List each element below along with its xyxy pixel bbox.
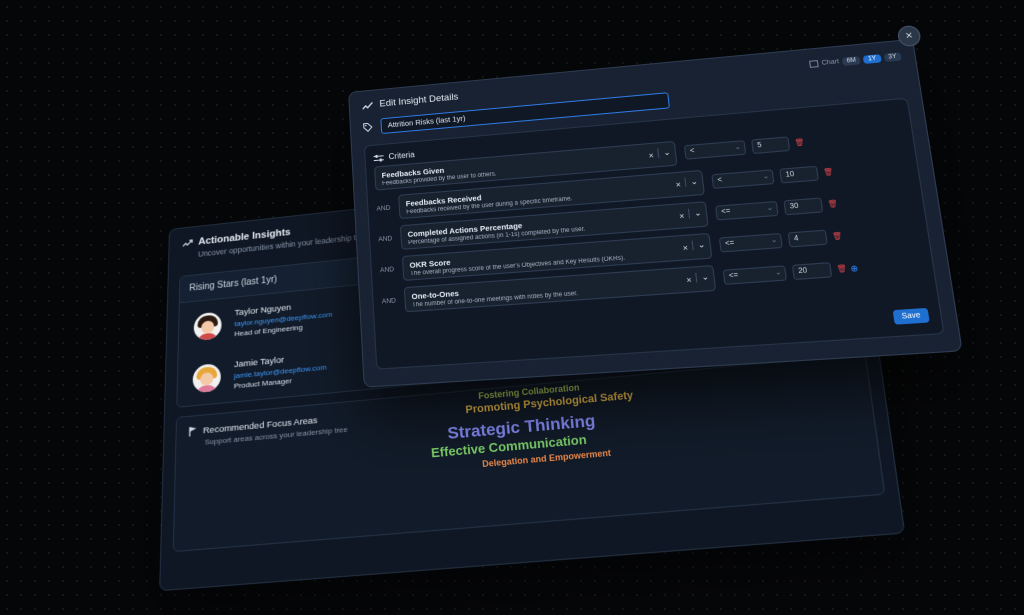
chevron-down-icon: ⌄ — [734, 142, 742, 155]
person-info: Taylor Nguyen taylor.nguyen@deepflow.com… — [234, 298, 332, 338]
save-button[interactable]: Save — [893, 308, 930, 325]
trend-icon — [182, 238, 193, 248]
chart-toggle-label[interactable]: Chart — [821, 58, 839, 67]
avatar-face — [200, 372, 213, 386]
chevron-down-icon[interactable]: ⌄ — [688, 208, 702, 218]
chevron-down-icon: ⌄ — [770, 234, 778, 247]
clear-icon[interactable]: × — [682, 243, 688, 253]
operator-value: <= — [721, 208, 731, 216]
range-3y[interactable]: 3Y — [883, 52, 901, 62]
and-label: AND — [380, 265, 403, 274]
chevron-down-icon[interactable]: ⌄ — [692, 240, 706, 251]
chevron-down-icon[interactable]: ⌄ — [658, 147, 672, 157]
clear-icon[interactable]: × — [686, 275, 692, 285]
operator-select[interactable]: <= ⌄ — [715, 201, 779, 221]
trash-icon[interactable]: 🗑 — [823, 168, 834, 177]
operator-value: < — [690, 148, 695, 156]
clear-icon[interactable]: × — [679, 211, 685, 221]
operator-value: <= — [725, 240, 735, 248]
and-label: AND — [378, 234, 401, 243]
trend-icon — [361, 100, 373, 111]
operator-select[interactable]: <= ⌄ — [719, 233, 783, 253]
tag-icon — [363, 122, 373, 133]
operator-value: < — [717, 177, 722, 185]
range-1y[interactable]: 1Y — [863, 54, 881, 64]
focus-word-cloud: Fostering Collaboration Promoting Psycho… — [426, 375, 674, 496]
criteria-label: Criteria — [388, 150, 415, 161]
trash-icon[interactable]: 🗑 — [836, 264, 847, 273]
edit-insight-modal: × Edit Insight Details Chart 6M 1Y 3Y At… — [348, 39, 963, 388]
avatar — [194, 311, 222, 341]
operator-select[interactable]: < ⌄ — [684, 140, 746, 160]
and-label: AND — [376, 203, 399, 212]
person-info: Jamie Taylor jamie.taylor@deepflow.com P… — [234, 351, 327, 390]
avatar-shirt — [198, 332, 217, 341]
avatar — [192, 363, 221, 393]
range-toolbar: Chart 6M 1Y 3Y — [809, 52, 902, 69]
chevron-down-icon: ⌄ — [766, 202, 774, 215]
trash-icon[interactable]: 🗑 — [827, 199, 838, 208]
operator-select[interactable]: < ⌄ — [711, 169, 774, 189]
operator-value: <= — [729, 272, 739, 280]
chevron-down-icon[interactable]: ⌄ — [685, 177, 699, 187]
avatar-face — [201, 320, 214, 334]
value-input[interactable]: 10 — [779, 166, 819, 184]
add-criterion-icon[interactable]: ⊕ — [850, 263, 859, 273]
stage: Actionable Insights Uncover opportunitie… — [0, 0, 1024, 615]
trash-icon[interactable]: 🗑 — [794, 138, 805, 147]
range-6m[interactable]: 6M — [842, 56, 861, 66]
clear-icon[interactable]: × — [648, 151, 654, 161]
avatar-shirt — [197, 384, 216, 393]
chart-icon[interactable] — [809, 60, 819, 68]
operator-select[interactable]: <= ⌄ — [723, 265, 787, 285]
and-label: AND — [382, 296, 405, 305]
value-input[interactable]: 5 — [751, 136, 790, 154]
value-input[interactable]: 30 — [783, 197, 823, 215]
clear-icon[interactable]: × — [675, 180, 681, 190]
chevron-down-icon: ⌄ — [762, 171, 770, 184]
value-input[interactable]: 20 — [792, 262, 832, 280]
chevron-down-icon: ⌄ — [774, 267, 782, 281]
flag-icon — [188, 425, 198, 437]
value-input[interactable]: 4 — [788, 230, 828, 248]
sliders-icon — [373, 153, 383, 162]
trash-icon[interactable]: 🗑 — [832, 232, 843, 241]
criteria-box: Criteria Feedbacks Given Feedbacks provi… — [364, 98, 945, 370]
chevron-down-icon[interactable]: ⌄ — [695, 272, 709, 283]
